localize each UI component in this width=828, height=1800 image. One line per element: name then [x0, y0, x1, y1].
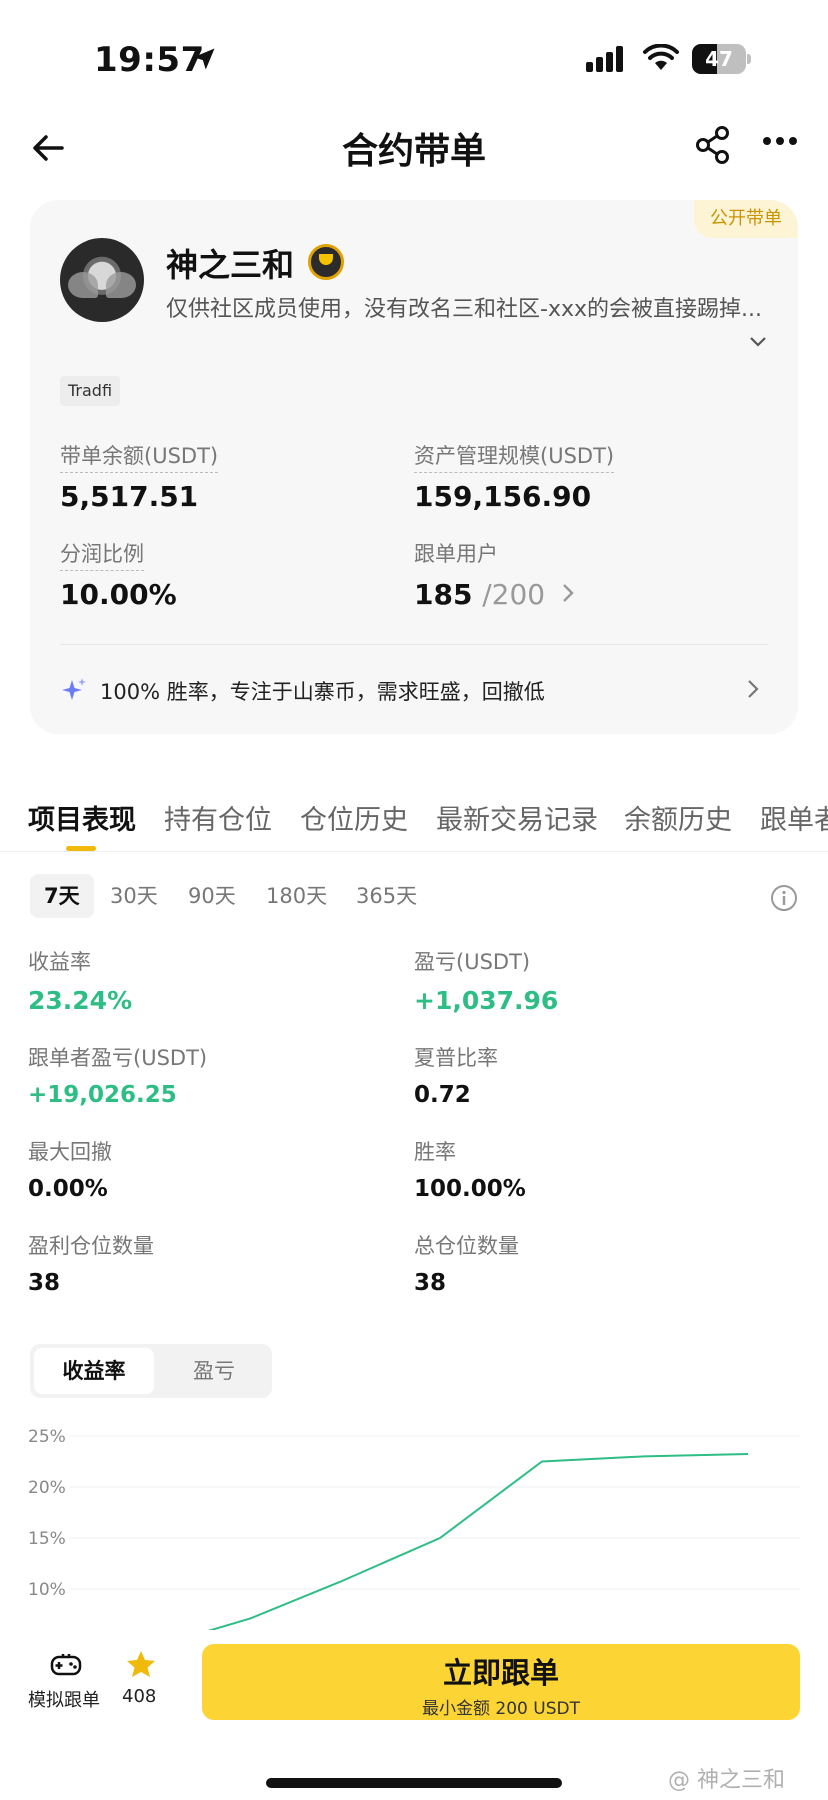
sparkle-icon [62, 678, 86, 700]
tab-balance-history[interactable]: 余额历史 [624, 798, 732, 837]
trader-bio[interactable]: 100% 胜率，专注于山寨币，需求旺盛，回撤低 [100, 676, 545, 706]
period-30d[interactable]: 30天 [96, 874, 172, 918]
aum-label: 资产管理规模(USDT) [414, 440, 615, 473]
bottom-action-bar: 模拟跟单 408 立即跟单 最小金额 200 USDT @ 神之三和 [0, 1630, 828, 1800]
tab-latest-trades[interactable]: 最新交易记录 [436, 798, 598, 837]
status-bar: 19:57 47 [0, 0, 828, 110]
total-positions-value: 38 [414, 1270, 447, 1296]
copy-trade-button-label: 立即跟单 [442, 1656, 559, 1690]
aum-value: 159,156.90 [414, 480, 592, 513]
status-time: 19:57 [94, 40, 205, 80]
trader-description: 仅供社区成员使用，没有改名三和社区-xxx的会被直接踢掉... [166, 297, 762, 322]
avatar[interactable] [60, 238, 144, 322]
win-rate-label: 胜率 [414, 1140, 456, 1164]
trophy-icon [308, 244, 344, 280]
trader-name: 神之三和 [166, 246, 295, 284]
balance-label: 带单余额(USDT) [60, 440, 219, 473]
simulate-copy-label[interactable]: 模拟跟单 [28, 1686, 100, 1712]
balance-value: 5,517.51 [60, 480, 199, 513]
sharpe-label: 夏普比率 [414, 1046, 498, 1070]
pnl-value: +1,037.96 [414, 986, 559, 1015]
win-rate-value: 100.00% [414, 1176, 526, 1202]
period-90d[interactable]: 90天 [174, 874, 250, 918]
copier-pnl-value: +19,026.25 [28, 1082, 177, 1108]
period-365d[interactable]: 365天 [342, 874, 431, 918]
card-divider [60, 644, 768, 645]
watermark: @ 神之三和 [668, 1768, 785, 1793]
copier-pnl-label: 跟单者盈亏(USDT) [28, 1046, 208, 1070]
sharpe-value: 0.72 [414, 1082, 471, 1108]
y-tick-label: 25% [28, 1427, 66, 1447]
home-indicator [266, 1778, 562, 1788]
favorite-count: 408 [122, 1686, 157, 1707]
battery-level: 47 [705, 47, 733, 71]
battery-icon: 47 [692, 44, 751, 74]
winning-positions-label: 盈利仓位数量 [28, 1234, 154, 1258]
pnl-label: 盈亏(USDT) [414, 950, 531, 974]
segment-roi[interactable]: 收益率 [34, 1348, 154, 1394]
period-7d[interactable]: 7天 [30, 874, 94, 918]
tab-performance[interactable]: 项目表现 [28, 798, 136, 837]
tab-position-history[interactable]: 仓位历史 [300, 798, 408, 837]
wifi-icon [643, 44, 679, 70]
y-tick-label: 15% [28, 1529, 66, 1549]
chart-mode-toggle: 收益率 盈亏 [30, 1344, 272, 1398]
location-arrow-icon [193, 48, 215, 70]
chevron-right-icon[interactable] [746, 678, 760, 700]
winning-positions-value: 38 [28, 1270, 61, 1296]
tab-bar: 项目表现 持有仓位 仓位历史 最新交易记录 余额历史 跟单者 [0, 780, 828, 852]
period-180d[interactable]: 180天 [252, 874, 341, 918]
chevron-right-icon [562, 584, 574, 602]
y-tick-label: 10% [28, 1580, 66, 1600]
total-positions-label: 总仓位数量 [414, 1234, 519, 1258]
followers-count[interactable]: 185 /200 [414, 578, 575, 611]
roi-label: 收益率 [28, 950, 91, 974]
segment-pnl[interactable]: 盈亏 [154, 1348, 274, 1394]
more-options-icon[interactable] [762, 136, 798, 146]
roi-line-chart: 25% 20% 15% 10% [28, 1427, 800, 1630]
star-icon[interactable] [126, 1650, 156, 1678]
y-tick-label: 20% [28, 1478, 66, 1498]
info-icon[interactable] [770, 884, 798, 912]
copy-trade-button[interactable]: 立即跟单 最小金额 200 USDT [202, 1644, 800, 1720]
profit-share-label: 分润比例 [60, 538, 144, 571]
public-lead-badge: 公开带单 [694, 200, 798, 238]
cellular-signal-icon [586, 46, 623, 72]
roi-value: 23.24% [28, 986, 133, 1015]
trader-profile-card: 公开带单 神之三和 仅供社区成员使用，没有改名三和社区-xxx的会被直接踢掉..… [30, 200, 798, 734]
followers-value: 185 [414, 578, 473, 611]
tab-positions[interactable]: 持有仓位 [164, 798, 272, 837]
tag-tradfi: Tradfi [60, 376, 121, 406]
profit-share-value: 10.00% [60, 578, 177, 611]
nav-bar: 合约带单 [0, 110, 828, 190]
max-drawdown-value: 0.00% [28, 1176, 108, 1202]
followers-max: /200 [482, 578, 546, 611]
active-tab-indicator [66, 846, 96, 851]
max-drawdown-label: 最大回撤 [28, 1140, 112, 1164]
tab-copiers[interactable]: 跟单者 [760, 798, 828, 837]
min-amount-label: 最小金额 200 USDT [422, 1699, 580, 1719]
chevron-down-icon[interactable] [748, 336, 768, 348]
share-icon[interactable] [694, 124, 732, 166]
roi-series-line [207, 1452, 749, 1630]
gamepad-icon[interactable] [50, 1652, 82, 1678]
followers-label: 跟单用户 [414, 542, 498, 566]
